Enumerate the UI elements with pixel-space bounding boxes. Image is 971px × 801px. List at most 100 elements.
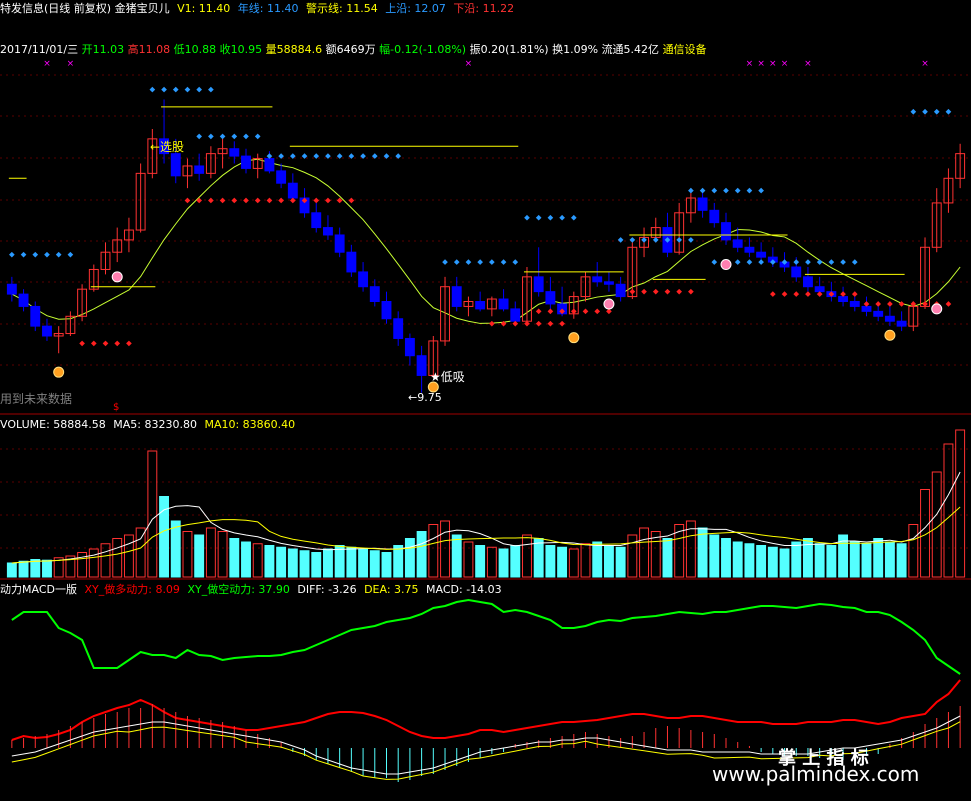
support-dot — [114, 340, 121, 347]
candle-body — [18, 293, 29, 307]
resistance-dot — [688, 237, 694, 243]
resistance-dot — [559, 214, 565, 221]
resistance-dot — [676, 237, 682, 243]
info-float: 流通5.42亿 — [601, 43, 660, 56]
xy-long-value: XY_做多动力: 8.09 — [84, 583, 180, 596]
volume-bar — [873, 538, 884, 578]
candle-body — [791, 266, 802, 278]
top-x-mark: × — [921, 59, 929, 69]
xy-short-value: XY_做空动力: 37.90 — [187, 583, 290, 596]
resistance-dot — [67, 251, 74, 258]
candle-body — [229, 148, 240, 157]
volume-bar — [627, 534, 638, 578]
candle-body — [510, 308, 521, 322]
resistance-dot — [828, 259, 835, 265]
resistance-dot — [746, 187, 753, 194]
support-dot — [102, 340, 109, 347]
resistance-dot — [465, 259, 472, 265]
candle-body — [814, 286, 825, 293]
candle-body — [744, 246, 755, 253]
volume-bar — [123, 534, 134, 578]
support-dot — [688, 288, 694, 295]
resistance-dot — [9, 251, 15, 258]
volume-bar — [393, 545, 404, 578]
volume-bar — [615, 546, 626, 578]
vol-ma5-value: MA5: 83230.80 — [113, 418, 197, 431]
buy-marker — [884, 329, 896, 341]
resistance-dot — [208, 133, 214, 140]
top-x-mark: × — [67, 59, 75, 69]
resistance-dot — [793, 259, 800, 265]
resistance-dot — [55, 251, 62, 258]
candle-body — [756, 251, 767, 258]
volume-bar — [721, 538, 731, 578]
volume-bar — [884, 541, 895, 578]
volume-bar — [592, 541, 603, 578]
volume-bar — [861, 543, 872, 578]
support-dot — [781, 291, 788, 297]
volume-bar — [756, 545, 767, 578]
resistance-dot — [243, 133, 249, 140]
support-dot — [793, 291, 800, 297]
volume-bar — [603, 545, 614, 578]
info-low: 低10.88 — [173, 43, 217, 56]
info-open: 开11.03 — [81, 43, 125, 56]
candle-body — [346, 251, 357, 273]
volume-bar — [404, 538, 415, 578]
resistance-dot — [442, 259, 448, 265]
candle-body — [849, 301, 860, 307]
resistance-dot — [688, 187, 694, 194]
top-x-mark: × — [746, 59, 754, 69]
diff-value: DIFF: -3.26 — [297, 583, 357, 596]
volume-bar — [440, 520, 450, 578]
support-dot — [208, 197, 214, 204]
volume-bar — [334, 545, 345, 578]
low-price-label: ←9.75 — [408, 391, 442, 404]
year-line-value: 年线: 11.40 — [237, 2, 299, 15]
top-x-mark: × — [757, 59, 765, 69]
volume-bar — [814, 543, 825, 578]
support-dot — [535, 320, 542, 327]
candle-body — [276, 170, 287, 184]
volume-bar — [170, 520, 181, 578]
info-change: 幅-0.12(-1.08%) — [379, 43, 467, 56]
resistance-dot — [945, 108, 952, 115]
buy-marker — [568, 332, 580, 344]
candle-body — [861, 305, 872, 312]
volume-bar — [30, 559, 41, 578]
candle-body — [287, 182, 298, 199]
volume-bar — [6, 562, 17, 578]
volume-bar — [896, 543, 907, 578]
candle-body — [721, 222, 731, 241]
volume-bar — [358, 548, 369, 578]
volume-bar — [428, 524, 439, 578]
volume-bar — [791, 541, 802, 578]
candle-body — [697, 197, 708, 211]
candle-body — [404, 337, 415, 357]
candle-body — [709, 209, 720, 224]
volume-bar — [522, 534, 532, 578]
support-dot — [770, 291, 776, 297]
candle-body — [42, 325, 52, 337]
volume-value: VOLUME: 58884.58 — [0, 418, 106, 431]
pink-marker — [931, 303, 943, 315]
watermark-url: www.palmindex.com — [712, 762, 920, 786]
macd-value: MACD: -14.03 — [426, 583, 502, 596]
info-amplitude: 振0.20(1.81%) — [469, 43, 549, 56]
support-dot — [629, 288, 636, 295]
support-dot — [254, 197, 261, 204]
volume-bar — [697, 527, 708, 578]
chart-canvas: × × × × × × × × × — [0, 59, 971, 782]
info-volume: 量58884.6 — [265, 43, 323, 56]
volume-bar — [779, 548, 790, 578]
volume-bar — [662, 538, 673, 578]
resistance-dot — [570, 214, 577, 221]
resistance-dot — [629, 237, 636, 243]
volume-bar — [182, 531, 193, 578]
resistance-dot — [699, 187, 706, 194]
support-dot — [652, 288, 659, 295]
volume-bar — [346, 546, 357, 578]
support-dot — [489, 320, 495, 327]
volume-bar — [463, 541, 474, 578]
candle-body — [545, 291, 556, 305]
